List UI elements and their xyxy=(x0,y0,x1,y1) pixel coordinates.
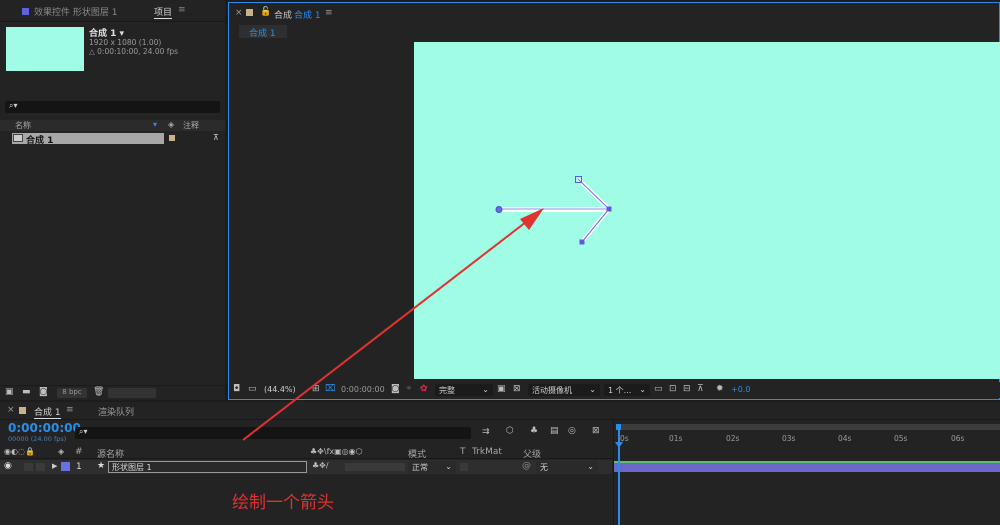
annotation-caption: 绘制一个箭头 xyxy=(232,493,334,513)
annotation-arrow-line xyxy=(242,221,527,441)
annotation-overlay xyxy=(242,208,544,441)
annotation-arrowhead xyxy=(520,208,544,230)
